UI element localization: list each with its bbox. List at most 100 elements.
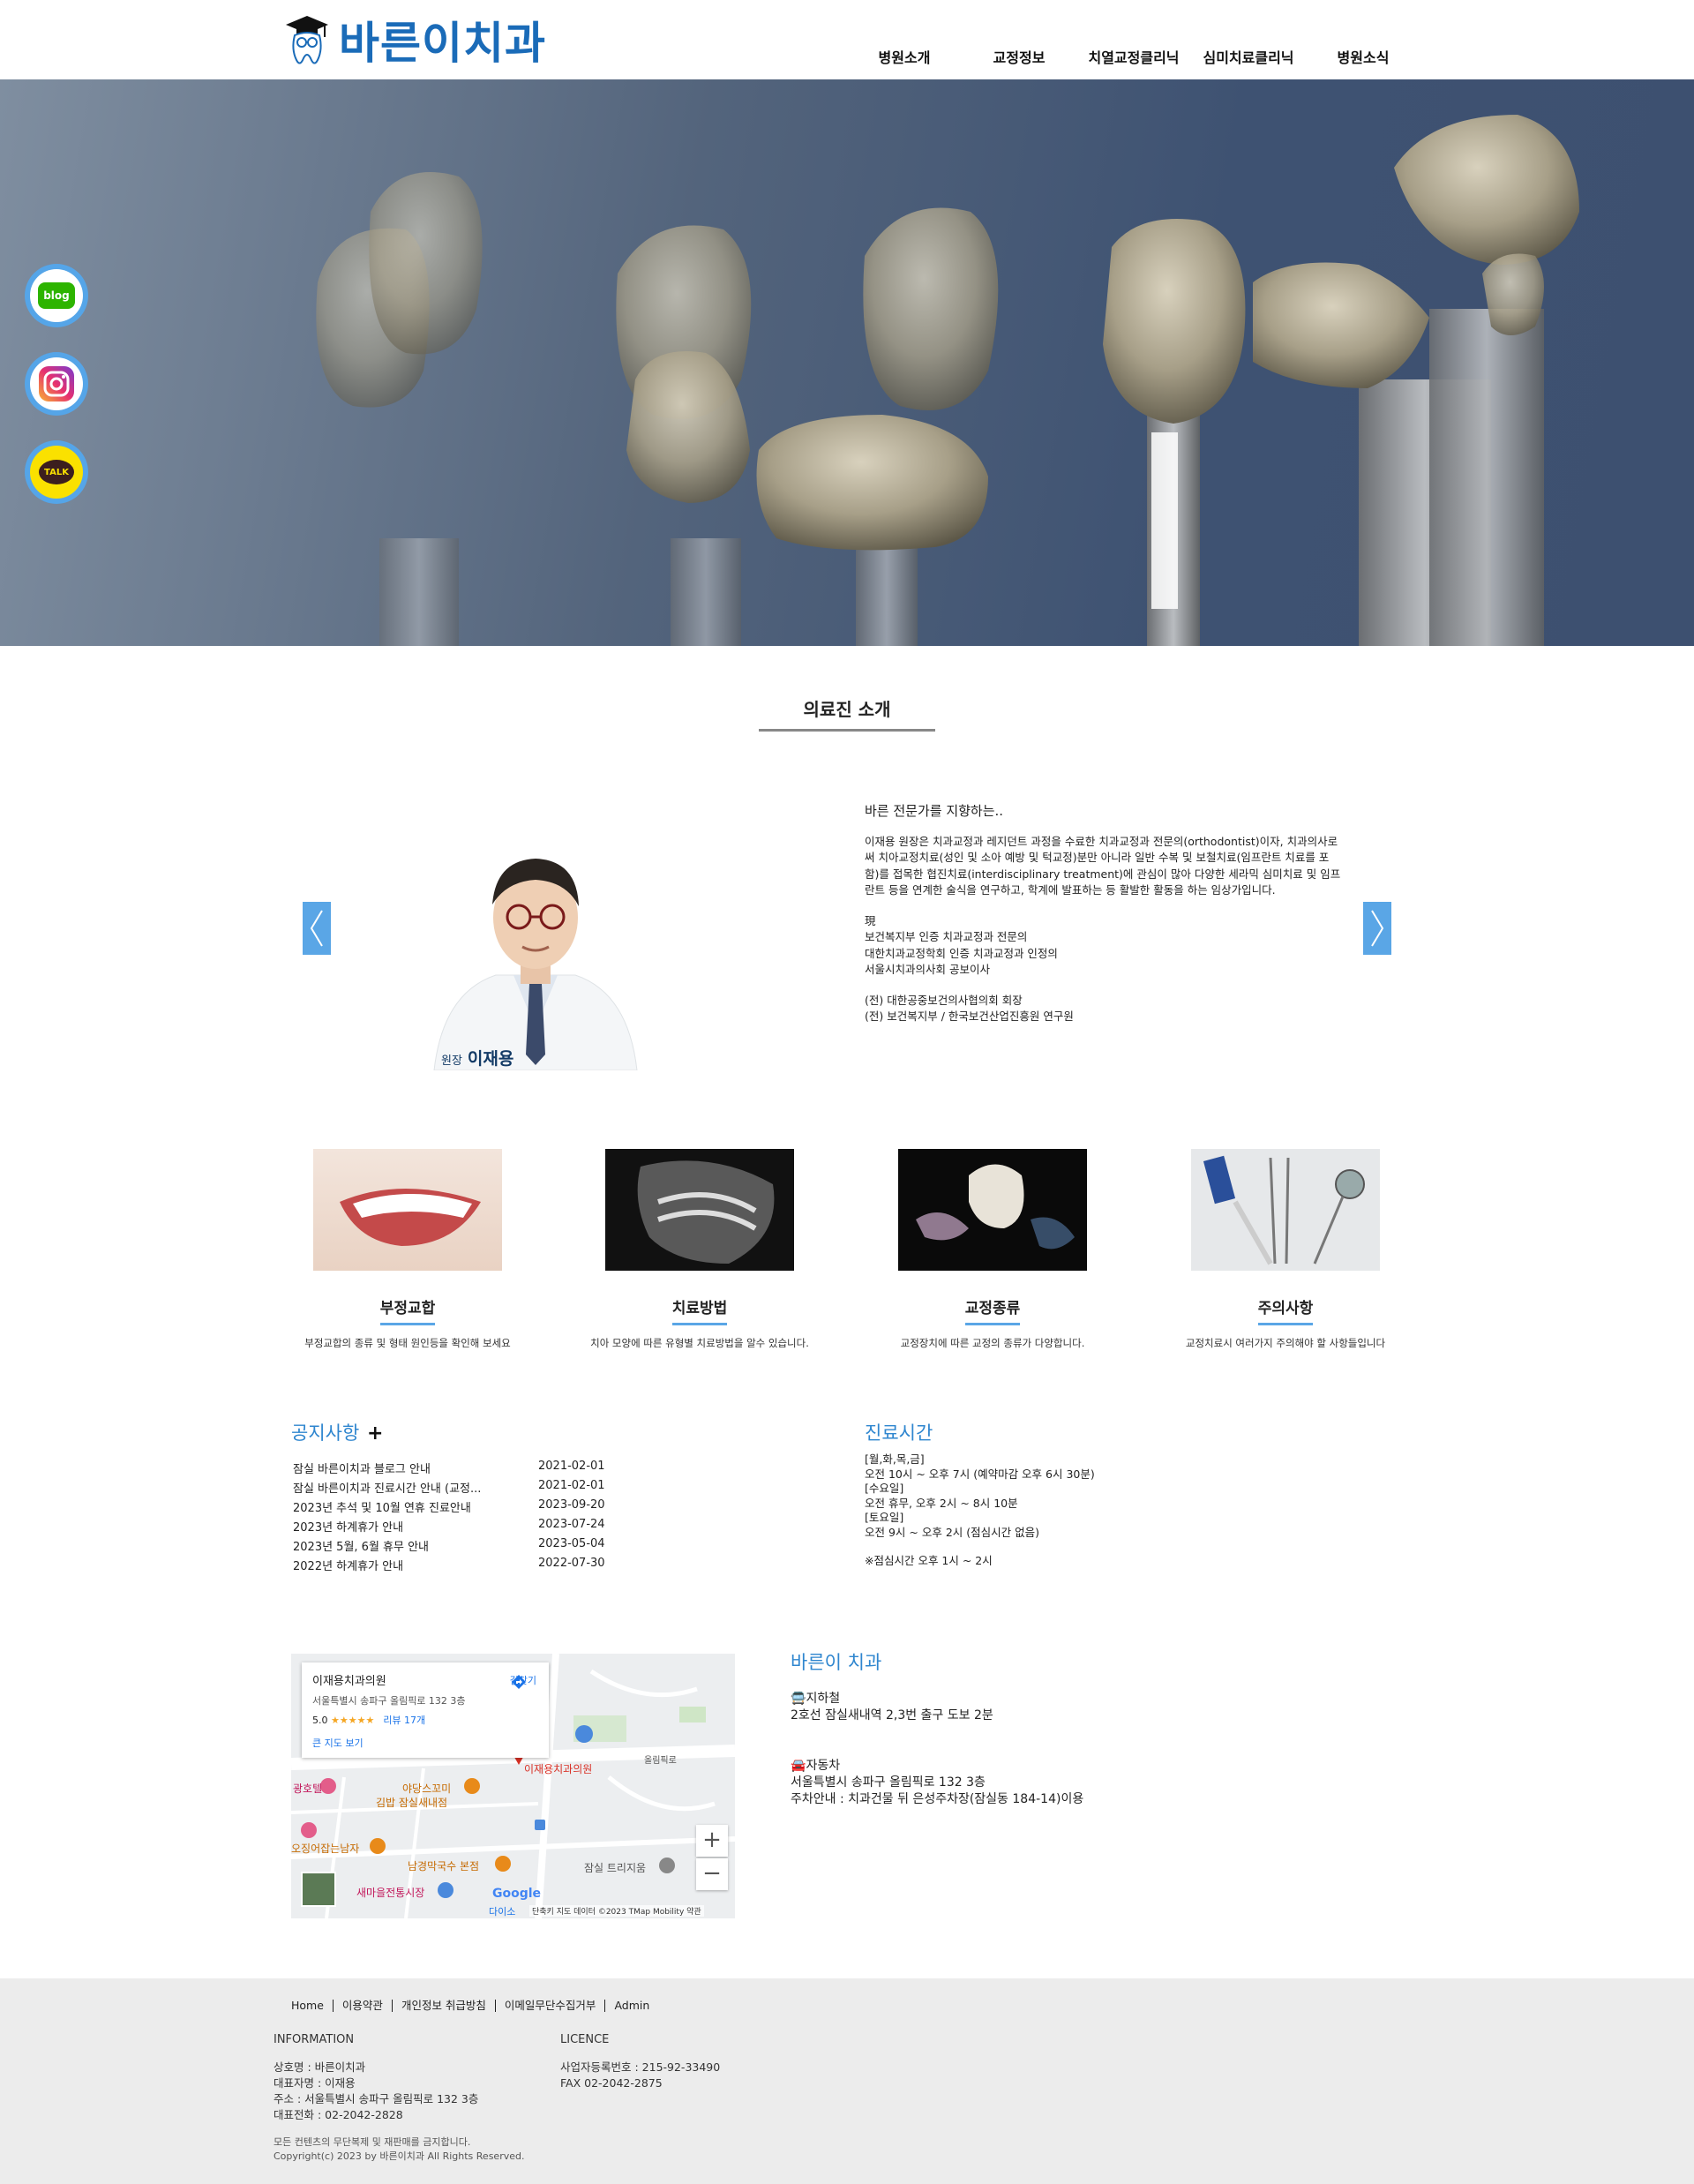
footer-info-line: 주소 : 서울특별시 송파구 올림픽로 132 3층 (274, 2092, 479, 2105)
hours-line: [수요일] (865, 1482, 904, 1495)
notice-item-title[interactable]: 2023년 추석 및 10월 연휴 진료안내 (293, 1498, 538, 1518)
copyright-line: 모든 컨텐츠의 무단복제 및 재판매를 금지합니다. (274, 2136, 471, 2148)
card-treatment[interactable]: 치료방법 치아 모양에 따른 유형별 치료방법을 알수 있습니다. (554, 1149, 845, 1350)
bus-icon: 🚍 (791, 1692, 806, 1706)
main-nav: 병원소개 교정정보 치열교정클리닉 심미치료클리닉 병원소식 (847, 46, 1420, 67)
google-map[interactable]: 이재용치과의원 서울특별시 송파구 올림픽로 132 3층 5.0 ★★★★★ 리… (291, 1654, 735, 1918)
nav-item-aesthetic-clinic[interactable]: 심미치료클리닉 (1191, 46, 1306, 67)
car-icon: 🚘 (791, 1759, 806, 1773)
list-item[interactable]: 2023년 추석 및 10월 연휴 진료안내 2023-09-20 (293, 1498, 619, 1518)
prev-arrow-button[interactable] (303, 902, 331, 955)
big-map-link[interactable]: 큰 지도 보기 (312, 1736, 538, 1750)
doctor-name-text: 이재용 (467, 1049, 514, 1069)
doctor-lead: 바른 전문가를 지향하는.. (865, 803, 1004, 819)
footer-link-terms[interactable]: 이용약관 (334, 2000, 393, 2012)
zoom-in-button[interactable]: + (696, 1825, 728, 1857)
notice-item-title[interactable]: 2023년 하계휴가 안내 (293, 1518, 538, 1537)
reviews-link[interactable]: 리뷰 17개 (383, 1715, 425, 1726)
next-arrow-button[interactable] (1363, 902, 1391, 955)
kakao-talk-button[interactable]: TALK (25, 440, 88, 504)
list-item[interactable]: 잠실 바른이치과 블로그 안내 2021-02-01 (293, 1460, 619, 1479)
notice-item-date: 2023-05-04 (538, 1537, 605, 1550)
footer-link-privacy[interactable]: 개인정보 취급방침 (393, 2000, 496, 2012)
card-desc: 치아 모양에 따른 유형별 치료방법을 알수 있습니다. (590, 1337, 809, 1349)
card-title: 교정종류 (964, 1295, 1021, 1325)
card-desc: 교정장치에 따른 교정의 종류가 다양합니다. (900, 1337, 1085, 1349)
card-cautions[interactable]: 주의사항 교정치료시 여러가지 주의해야 할 사항들입니다 (1140, 1149, 1431, 1350)
car-label: 자동차 (806, 1759, 841, 1773)
card-title: 주의사항 (1257, 1295, 1314, 1325)
site-header: 바른이치과 병원소개 교정정보 치열교정클리닉 심미치료클리닉 병원소식 (0, 0, 1694, 79)
nav-item-news[interactable]: 병원소식 (1306, 46, 1420, 67)
doctor-title: 원장 (441, 1054, 462, 1068)
chevron-left-icon (310, 910, 323, 947)
instagram-icon (39, 366, 74, 402)
footer-info-line: 대표전화 : 02-2042-2828 (274, 2108, 403, 2121)
doctor-photo (425, 825, 646, 1070)
hours-line (865, 1540, 1095, 1554)
doctor-current-3: 서울시치과의사회 공보이사 (865, 963, 990, 976)
logo[interactable]: 바른이치과 (282, 9, 546, 71)
map-label: 남경막국수 본점 (408, 1860, 480, 1873)
nav-item-ortho-info[interactable]: 교정정보 (962, 46, 1076, 67)
notice-item-title[interactable]: 잠실 바른이치과 진료시간 안내 (교정... (293, 1479, 538, 1498)
notice-title[interactable]: 공지사항 (291, 1419, 359, 1445)
list-item[interactable]: 2023년 하계휴가 안내 2023-07-24 (293, 1518, 619, 1537)
notice-item-date: 2021-02-01 (538, 1460, 605, 1473)
list-item[interactable]: 2022년 하계휴가 안내 2022-07-30 (293, 1557, 619, 1576)
footer-link-home[interactable]: Home (282, 2000, 334, 2012)
location-title: 바른이 치과 (791, 1652, 882, 1673)
notice-list: 잠실 바른이치과 블로그 안내 2021-02-01 잠실 바른이치과 진료시간 … (293, 1460, 619, 1576)
notice-item-date: 2023-09-20 (538, 1498, 605, 1512)
chevron-right-icon (1371, 910, 1384, 947)
notice-item-date: 2023-07-24 (538, 1518, 605, 1531)
subway-info: 2호선 잠실새내역 2,3번 출구 도보 2분 (791, 1708, 993, 1722)
place-card: 이재용치과의원 서울특별시 송파구 올림픽로 132 3층 5.0 ★★★★★ 리… (302, 1662, 549, 1758)
footer-licence-head: LICENCE (560, 2033, 610, 2046)
card-desc: 교정치료시 여러가지 주의해야 할 사항들입니다 (1185, 1337, 1386, 1349)
hours-title: 진료시간 (865, 1422, 933, 1444)
hours-line: 오전 10시 ~ 오후 7시 (예약마감 오후 6시 30분) (865, 1467, 1095, 1481)
map-label: 다이소 (489, 1906, 516, 1918)
footer-info: 상호명 : 바른이치과 대표자명 : 이재용 주소 : 서울특별시 송파구 올림… (274, 2060, 478, 2123)
logo-text: 바른이치과 (339, 18, 546, 69)
footer-link-email-policy[interactable]: 이메일무단수집거부 (496, 2000, 606, 2012)
section-title-underline (759, 729, 935, 732)
map-attribution[interactable]: 단축키 지도 데이터 ©2023 TMap Mobility 약관 (529, 1905, 704, 1917)
blog-icon: blog (38, 282, 75, 309)
card-title: 치료방법 (671, 1295, 728, 1325)
notice-item-title[interactable]: 2022년 하계휴가 안내 (293, 1557, 538, 1576)
doctor-description: 바른 전문가를 지향하는.. 이재용 원장은 치과교정과 레지던트 과정을 수료… (865, 803, 1341, 1025)
google-logo: Google (492, 1887, 542, 1901)
place-name: 이재용치과의원 (312, 1675, 386, 1688)
instagram-button[interactable] (25, 352, 88, 416)
rating-value: 5.0 (312, 1715, 328, 1726)
notice-item-title[interactable]: 2023년 5월, 6월 휴무 안내 (293, 1537, 538, 1557)
list-item[interactable]: 2023년 5월, 6월 휴무 안내 2023-05-04 (293, 1537, 619, 1557)
doctor-name: 원장 이재용 (441, 1046, 513, 1069)
footer-link-admin[interactable]: Admin (605, 2000, 658, 2012)
footer-info-head: INFORMATION (274, 2033, 355, 2046)
footer-licence: 사업자등록번호 : 215-92-33490 FAX 02-2042-2875 (560, 2060, 720, 2091)
hero-banner (0, 79, 1694, 646)
directions-button[interactable]: 길찾기 (510, 1673, 536, 1689)
plus-icon[interactable]: + (367, 1422, 383, 1445)
zoom-out-button[interactable]: − (696, 1858, 728, 1890)
site-footer: Home 이용약관 개인정보 취급방침 이메일무단수집거부 Admin INFO… (0, 1978, 1694, 2184)
footer-licence-line: FAX 02-2042-2875 (560, 2076, 663, 2090)
nav-item-ortho-clinic[interactable]: 치열교정클리닉 (1076, 46, 1191, 67)
list-item[interactable]: 잠실 바른이치과 진료시간 안내 (교정... 2021-02-01 (293, 1479, 619, 1498)
place-address: 서울특별시 송파구 올림픽로 132 3층 (312, 1695, 466, 1707)
card-types[interactable]: 교정종류 교정장치에 따른 교정의 종류가 다양합니다. (847, 1149, 1138, 1350)
hours-list: [월,화,목,금] 오전 10시 ~ 오후 7시 (예약마감 오후 6시 30분… (865, 1452, 1095, 1569)
nav-item-about[interactable]: 병원소개 (847, 46, 962, 67)
map-label: 새마을전통시장 (356, 1887, 425, 1899)
blog-button[interactable]: blog (25, 264, 88, 327)
doctor-intro: 이재용 원장은 치과교정과 레지던트 과정을 수료한 치과교정과 전문의(ort… (865, 834, 1341, 897)
notice-item-title[interactable]: 잠실 바른이치과 블로그 안내 (293, 1460, 538, 1479)
card-malocclusion[interactable]: 부정교합 부정교합의 종류 및 형태 원인등을 확인해 보세요 (262, 1149, 553, 1350)
map-label: 김밥 잠실새내점 (376, 1797, 448, 1809)
hours-line: [월,화,목,금] (865, 1452, 925, 1466)
card-desc: 부정교합의 종류 및 형태 원인등을 확인해 보세요 (304, 1337, 511, 1349)
map-label: 올림픽로 (644, 1756, 677, 1766)
